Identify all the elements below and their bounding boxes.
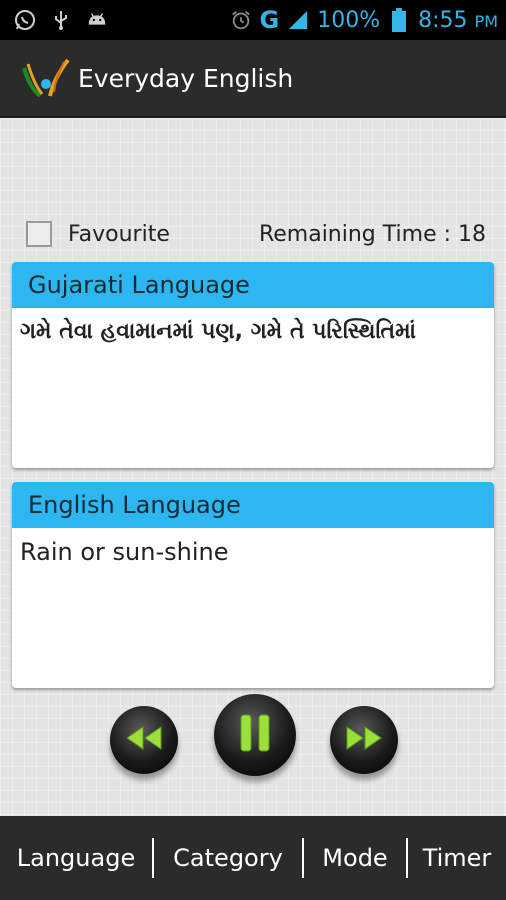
favourite-label[interactable]: Favourite	[68, 222, 170, 247]
battery-percent: 100%	[317, 7, 381, 33]
english-panel-header: English Language	[12, 482, 494, 528]
nav-category[interactable]: Category	[154, 838, 302, 878]
status-bar: G 100% 8:55 PM	[0, 0, 506, 40]
clock: 8:55 PM	[418, 8, 498, 33]
battery-icon	[388, 8, 410, 32]
pause-icon	[238, 713, 272, 757]
app-logo-icon[interactable]	[20, 56, 72, 100]
rewind-button[interactable]	[110, 706, 178, 774]
system-status: G 100% 8:55 PM	[230, 6, 506, 34]
gujarati-text: ગમે તેવા હવામાનમાં પણ, ગમે તે પરિસ્થિતિમ…	[20, 319, 417, 344]
remaining-time: Remaining Time : 18	[258, 221, 486, 247]
usb-icon	[50, 9, 72, 31]
pause-button[interactable]	[214, 694, 296, 776]
nav-timer[interactable]: Timer	[408, 838, 506, 878]
playback-controls	[0, 694, 506, 794]
clock-time: 8:55	[418, 7, 468, 33]
whatsapp-icon	[14, 9, 36, 31]
favourite-row: Favourite Remaining Time : 18	[26, 218, 486, 250]
nav-language[interactable]: Language	[0, 838, 152, 878]
rewind-icon	[124, 725, 164, 755]
signal-icon	[287, 9, 309, 31]
gujarati-panel-header: Gujarati Language	[12, 262, 494, 308]
notification-icons	[0, 9, 230, 31]
action-bar: Everyday English	[0, 40, 506, 118]
android-icon	[86, 9, 108, 31]
nav-mode[interactable]: Mode	[304, 838, 406, 878]
bottom-nav: Language Category Mode Timer	[0, 816, 506, 900]
fast-forward-icon	[344, 725, 384, 755]
fast-forward-button[interactable]	[330, 706, 398, 774]
content-area: Favourite Remaining Time : 18 Gujarati L…	[0, 118, 506, 816]
alarm-icon	[230, 9, 252, 31]
gujarati-panel: Gujarati Language ગમે તેવા હવામાનમાં પણ,…	[12, 262, 494, 468]
english-panel: English Language Rain or sun-shine	[12, 482, 494, 688]
clock-ampm: PM	[474, 11, 498, 31]
favourite-checkbox[interactable]	[26, 221, 52, 247]
app-title: Everyday English	[78, 63, 294, 93]
english-text: Rain or sun-shine	[20, 538, 229, 566]
network-type: G	[259, 6, 280, 34]
